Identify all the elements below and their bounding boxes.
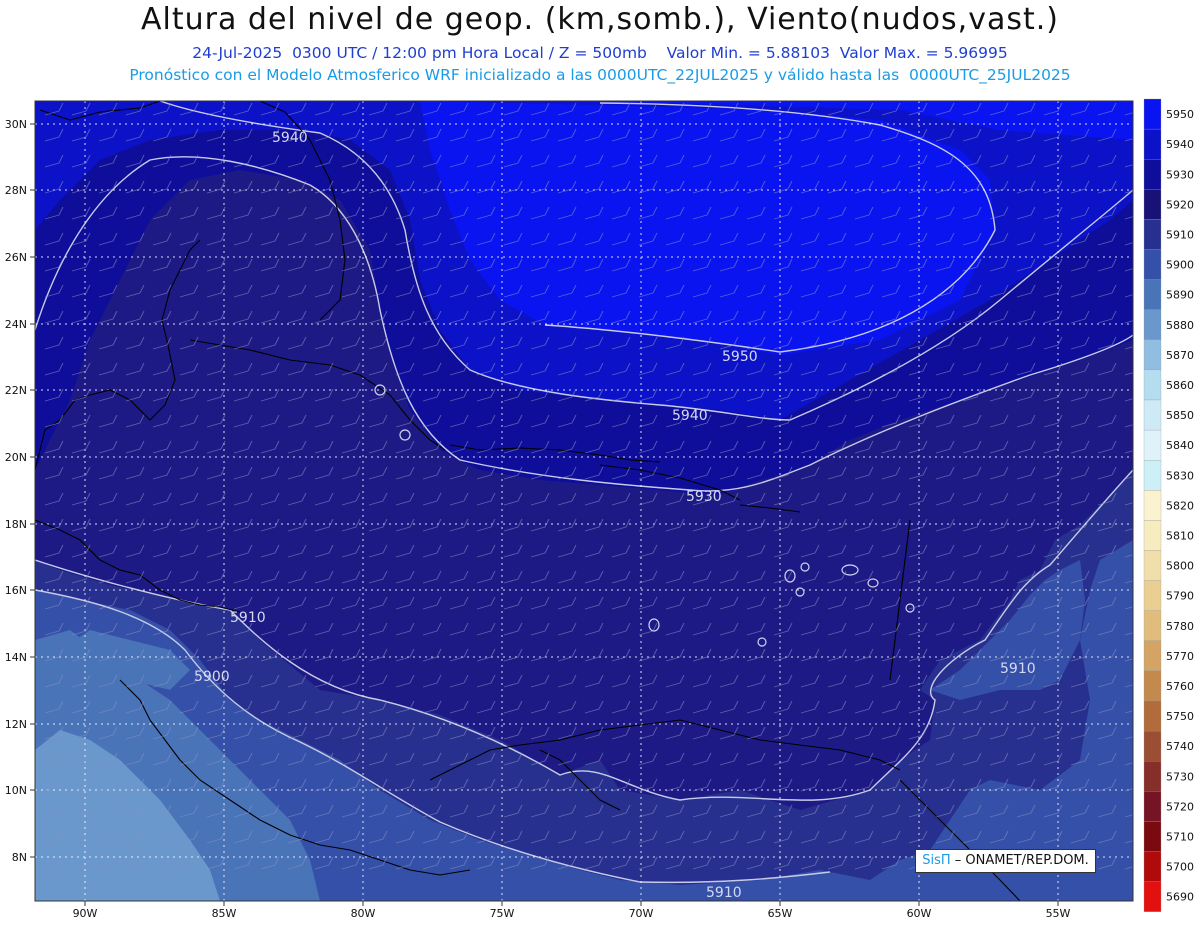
colorbar-swatch — [1143, 821, 1162, 852]
colorbar-swatch — [1143, 249, 1162, 280]
contour-label: 5910 — [1000, 661, 1036, 677]
lon-label: 75W — [490, 907, 515, 920]
sispi-logo: SisΠ — [922, 853, 951, 868]
colorbar-swatch — [1143, 429, 1162, 461]
lon-label: 60W — [907, 907, 932, 920]
colorbar-label: 5850 — [1166, 409, 1194, 422]
credit-text: – ONAMET/REP.DOM. — [954, 853, 1089, 868]
colorbar-label: 5770 — [1166, 650, 1194, 663]
colorbar-swatch — [1143, 159, 1162, 190]
colorbar-label: 5930 — [1166, 168, 1194, 181]
lat-label: 8N — [12, 851, 27, 864]
colorbar-label: 5880 — [1166, 319, 1194, 332]
colorbar-swatch — [1143, 399, 1162, 431]
colorbar-swatch — [1143, 730, 1162, 762]
colorbar-swatch — [1143, 339, 1162, 371]
colorbar-label: 5750 — [1166, 710, 1194, 723]
lon-label: 90W — [73, 907, 98, 920]
colorbar-label: 5820 — [1166, 499, 1194, 512]
colorbar-label: 5800 — [1166, 560, 1194, 573]
lat-label: 30N — [5, 118, 27, 131]
lon-label: 80W — [351, 907, 376, 920]
colorbar-swatch — [1143, 309, 1162, 340]
lat-label: 22N — [5, 384, 27, 397]
colorbar-label: 5920 — [1166, 198, 1194, 211]
colorbar-swatch — [1143, 460, 1162, 491]
lat-axis: 30N 28N 26N 24N 22N 20N 18N 16N 14N 12N … — [5, 118, 27, 864]
colorbar-label: 5730 — [1166, 770, 1194, 783]
colorbar-swatch — [1143, 761, 1162, 792]
colorbar-swatch — [1143, 520, 1162, 551]
contour-label: 5910 — [706, 885, 742, 901]
contour-label: 5940 — [672, 408, 708, 424]
colorbar-label: 5780 — [1166, 620, 1194, 633]
colorbar-swatch — [1143, 98, 1162, 130]
colorbar-label: 5910 — [1166, 229, 1194, 242]
colorbar-swatch — [1143, 189, 1162, 220]
lat-label: 28N — [5, 184, 27, 197]
colorbar-label: 5940 — [1166, 138, 1194, 151]
map-field — [35, 101, 1133, 901]
colorbar-swatch — [1143, 881, 1162, 912]
lon-label: 85W — [212, 907, 237, 920]
lat-label: 18N — [5, 518, 27, 531]
lon-label: 70W — [629, 907, 654, 920]
geopotential-map: 5940 5950 5940 5930 5910 5900 5910 5910 … — [5, 98, 1194, 920]
contour-label: 5900 — [194, 669, 230, 685]
lat-label: 14N — [5, 651, 27, 664]
contour-label: 5950 — [722, 349, 758, 365]
colorbar-label: 5720 — [1166, 800, 1194, 813]
contour-label: 5940 — [272, 130, 308, 146]
lon-axis: 90W 85W 80W 75W 70W 65W 60W 55W — [73, 907, 1071, 920]
colorbar: 5950 5940 5930 5920 5910 5900 5890 5880 5870 5860… — [1143, 98, 1194, 912]
colorbar-swatch — [1143, 279, 1162, 310]
colorbar-label: 5840 — [1166, 439, 1194, 452]
colorbar-label: 5830 — [1166, 469, 1194, 482]
colorbar-swatch — [1143, 369, 1162, 401]
lat-label: 20N — [5, 451, 27, 464]
colorbar-label: 5760 — [1166, 680, 1194, 693]
lat-label: 26N — [5, 251, 27, 264]
colorbar-swatch — [1143, 580, 1162, 611]
colorbar-label: 5690 — [1166, 891, 1194, 904]
colorbar-swatch — [1143, 791, 1162, 822]
colorbar-swatch — [1143, 490, 1162, 521]
contour-label: 5910 — [230, 610, 266, 626]
colorbar-label: 5740 — [1166, 740, 1194, 753]
colorbar-swatch — [1143, 851, 1162, 882]
lon-label: 65W — [768, 907, 793, 920]
colorbar-label: 5710 — [1166, 831, 1194, 844]
colorbar-swatch — [1143, 550, 1162, 581]
colorbar-label: 5700 — [1166, 861, 1194, 874]
colorbar-label: 5810 — [1166, 530, 1194, 543]
colorbar-label: 5950 — [1166, 108, 1194, 121]
lon-ticks — [84, 901, 1059, 906]
lat-label: 24N — [5, 318, 27, 331]
credit-box: SisΠ – ONAMET/REP.DOM. — [915, 849, 1096, 873]
lat-ticks — [30, 123, 35, 858]
colorbar-label: 5860 — [1166, 379, 1194, 392]
colorbar-label: 5890 — [1166, 289, 1194, 302]
colorbar-label: 5790 — [1166, 590, 1194, 603]
colorbar-swatch — [1143, 128, 1162, 160]
colorbar-swatch — [1143, 670, 1162, 702]
lat-label: 16N — [5, 584, 27, 597]
lat-label: 12N — [5, 718, 27, 731]
contour-label: 5930 — [686, 489, 722, 505]
lat-label: 10N — [5, 784, 27, 797]
colorbar-swatch — [1143, 610, 1162, 641]
colorbar-swatch — [1143, 219, 1162, 250]
colorbar-label: 5870 — [1166, 349, 1194, 362]
colorbar-label: 5900 — [1166, 259, 1194, 272]
lon-label: 55W — [1046, 907, 1071, 920]
colorbar-swatch — [1143, 640, 1162, 672]
colorbar-swatch — [1143, 700, 1162, 732]
